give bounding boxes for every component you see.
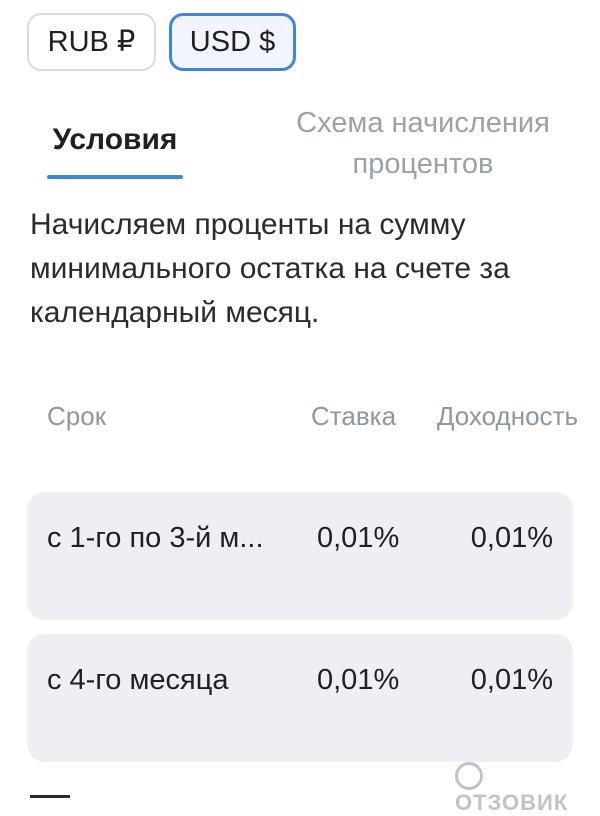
row-rate: 0,01%: [317, 664, 400, 696]
header-rate: Ставка: [311, 401, 397, 431]
tab-active-indicator: [47, 175, 183, 179]
currency-rub-button[interactable]: RUB ₽: [27, 13, 156, 71]
next-section-fragment: [30, 795, 70, 808]
watermark: ОТЗОВИК: [455, 762, 600, 816]
watermark-text: ОТЗОВИК: [455, 790, 569, 816]
tab-interest-scheme[interactable]: Схема начисления процентов: [262, 103, 584, 185]
row-yield: 0,01%: [470, 664, 553, 696]
row-term: с 4-го месяца: [47, 664, 229, 696]
watermark-logo-icon: [455, 762, 483, 791]
currency-usd-button[interactable]: USD $: [169, 13, 296, 71]
header-yield: Доходность: [436, 401, 578, 431]
table-row[interactable]: с 1-го по 3-й м... 0,01% 0,01%: [27, 492, 573, 620]
row-term: с 1-го по 3-й м...: [47, 522, 264, 554]
header-term: Срок: [47, 401, 107, 431]
row-yield: 0,01%: [470, 522, 553, 554]
description-text: Начисляем проценты на сумму минимального…: [30, 208, 510, 329]
table-row[interactable]: с 4-го месяца 0,01% 0,01%: [27, 634, 573, 762]
row-rate: 0,01%: [317, 522, 400, 554]
tab-conditions-label: Условия: [52, 123, 178, 156]
tab-conditions[interactable]: Условия: [47, 118, 183, 179]
tab-interest-scheme-label: Схема начисления процентов: [296, 107, 550, 180]
